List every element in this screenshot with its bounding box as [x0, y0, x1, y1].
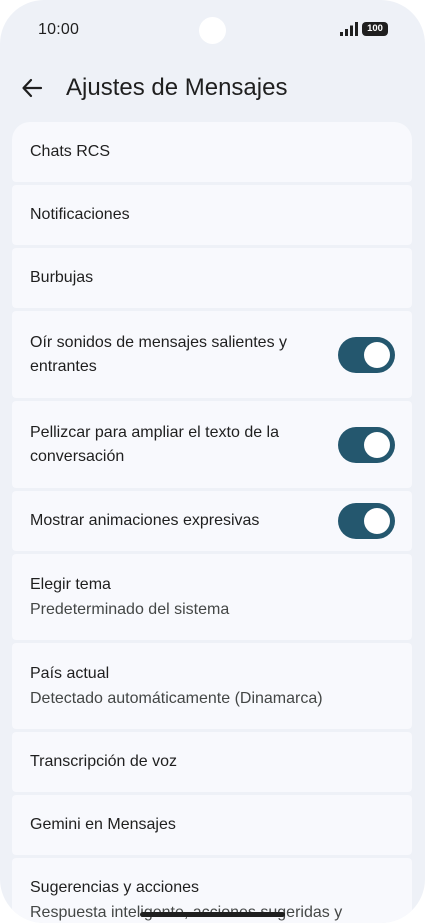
- setting-gemini[interactable]: Gemini en Mensajes: [12, 795, 412, 855]
- setting-label: Gemini en Mensajes: [30, 816, 176, 833]
- setting-sounds[interactable]: Oír sonidos de mensajes salientes y entr…: [12, 311, 412, 398]
- setting-label: País actual: [30, 664, 110, 682]
- phone-screen: 10:00 100 Ajustes de Mensajes Chats RCS …: [0, 0, 425, 923]
- setting-country[interactable]: País actual Detectado automáticamente (D…: [12, 643, 412, 729]
- setting-label: Notificaciones: [30, 206, 130, 223]
- toggle-knob: [364, 508, 390, 534]
- setting-value: Detectado automáticamente (Dinamarca): [30, 689, 323, 707]
- setting-label: Mostrar animaciones expresivas: [30, 512, 260, 529]
- signal-icon: [340, 22, 358, 36]
- setting-value: Predeterminado del sistema: [30, 600, 230, 618]
- pinch-zoom-toggle[interactable]: [338, 426, 395, 463]
- page-title: Ajustes de Mensajes: [66, 74, 288, 101]
- status-time: 10:00: [38, 21, 80, 38]
- arrow-back-icon: [22, 78, 43, 98]
- home-indicator[interactable]: [140, 912, 285, 917]
- setting-chats-rcs[interactable]: Chats RCS: [12, 122, 412, 182]
- app-bar: Ajustes de Mensajes: [0, 62, 425, 114]
- animations-toggle[interactable]: [338, 503, 395, 539]
- toggle-knob: [364, 431, 390, 458]
- setting-label: Elegir tema: [30, 575, 111, 593]
- setting-theme[interactable]: Elegir tema Predeterminado del sistema: [12, 554, 412, 640]
- setting-label: Oír sonidos de mensajes salientes y entr…: [30, 333, 288, 375]
- setting-animations[interactable]: Mostrar animaciones expresivas: [12, 491, 412, 551]
- camera-cutout: [199, 17, 226, 44]
- toggle-knob: [364, 341, 390, 368]
- status-bar: 10:00 100: [0, 0, 425, 60]
- setting-notificaciones[interactable]: Notificaciones: [12, 185, 412, 245]
- settings-list: Chats RCS Notificaciones Burbujas Oír so…: [12, 122, 412, 923]
- setting-burbujas[interactable]: Burbujas: [12, 248, 412, 308]
- setting-label: Sugerencias y acciones: [30, 879, 199, 896]
- sounds-toggle[interactable]: [338, 336, 395, 373]
- setting-label: Chats RCS: [30, 143, 111, 160]
- setting-pinch-zoom[interactable]: Pellizcar para ampliar el texto de la co…: [12, 401, 412, 488]
- setting-label: Pellizcar para ampliar el texto de la co…: [30, 423, 280, 465]
- back-button[interactable]: [14, 70, 50, 106]
- battery-icon: 100: [362, 22, 388, 36]
- setting-label: Burbujas: [30, 269, 94, 286]
- setting-label: Transcripción de voz: [30, 753, 178, 770]
- setting-voice-transcription[interactable]: Transcripción de voz: [12, 732, 412, 792]
